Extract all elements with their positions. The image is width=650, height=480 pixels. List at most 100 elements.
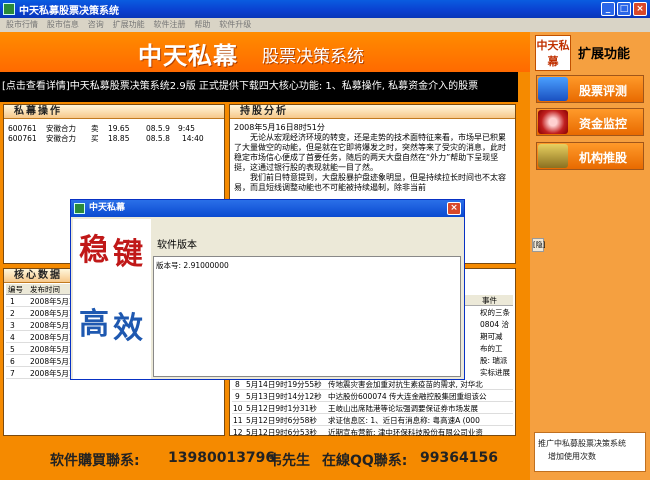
version-label: 软件版本 bbox=[157, 240, 197, 251]
column-header: 事件 bbox=[482, 296, 497, 305]
version-text: 版本号: 2.91000000 bbox=[156, 261, 229, 270]
row-event: 0804 洽 bbox=[480, 320, 509, 329]
analysis-paragraph: 无论从宏观经济环境的转变，还是走势的技术面特征来看，市场早已积累了大量做空的动能… bbox=[234, 133, 506, 172]
banner-title: 中天私幕 bbox=[138, 41, 238, 70]
calligraphy-logo: 稳 键 高 效 bbox=[73, 219, 151, 379]
main-window: 中天私募股票决策系统 _ □ × 股市行情 股市信息 咨询 扩展功能 软件注册 … bbox=[0, 0, 650, 480]
dialog-title: 中天私幕 bbox=[89, 203, 126, 213]
row-number: 4 bbox=[10, 333, 15, 342]
row-event: 王岐山出席陆港等论坛强调要保证券市场发展 bbox=[328, 404, 478, 413]
row-number: 10 bbox=[233, 404, 243, 413]
banner: 中天私幕 股票决策系统 bbox=[0, 32, 530, 72]
analysis-date: 2008年5月16日8时51分 bbox=[234, 123, 325, 132]
panel-header: 持股分析 bbox=[230, 105, 515, 119]
promo-line: 增加使用次数 bbox=[548, 452, 596, 461]
column-header: 发布时间 bbox=[30, 285, 60, 294]
dialog-title-bar: 中天私幕 × bbox=[71, 200, 464, 217]
title-bar: 中天私募股票决策系统 _ □ × bbox=[0, 0, 650, 18]
menu-item-consult[interactable]: 咨询 bbox=[88, 18, 104, 32]
stock-evaluation-button[interactable]: 股票评测 bbox=[536, 75, 644, 103]
row-number: 9 bbox=[235, 392, 240, 401]
row-number: 12 bbox=[233, 428, 243, 437]
extensions-sidebar: 中天私幕 扩展功能 股票评测 资金监控 机构推股 [隐] 推广中私募股票决策系统… bbox=[530, 32, 650, 480]
promo-box[interactable]: 推广中私募股票决策系统 增加使用次数 bbox=[534, 432, 646, 472]
about-dialog: 中天私幕 × 稳 键 高 效 软件版本 版本号: 2.91000000 bbox=[70, 199, 465, 380]
close-button[interactable]: × bbox=[633, 2, 647, 16]
row-time: 5月12日9时6分53秒 bbox=[246, 428, 317, 437]
row-number: 2 bbox=[10, 309, 15, 318]
minimize-button[interactable]: _ bbox=[601, 2, 615, 16]
row-time: 5月12日9时1分31秒 bbox=[246, 404, 317, 413]
menu-item-upgrade[interactable]: 软件升级 bbox=[219, 18, 251, 32]
row-number: 5 bbox=[10, 345, 15, 354]
menu-item-register[interactable]: 软件注册 bbox=[154, 18, 186, 32]
brand-logo: 中天私幕 bbox=[535, 35, 571, 71]
monitor-icon bbox=[538, 110, 568, 134]
menu-item-extensions[interactable]: 扩展功能 bbox=[113, 18, 145, 32]
trade-date: 08.5.8 bbox=[146, 134, 170, 143]
row-time: 5月13日9时14分12秒 bbox=[246, 392, 322, 401]
row-number: 1 bbox=[10, 297, 15, 306]
calligraphy-char: 键 bbox=[113, 237, 143, 272]
row-number: 8 bbox=[235, 380, 240, 389]
banner-subtitle: 股票决策系统 bbox=[262, 47, 364, 67]
footer-label: 软件購買聯系: bbox=[50, 453, 140, 469]
trade-side: 买 bbox=[91, 134, 99, 143]
trade-time: 14:40 bbox=[182, 134, 204, 143]
row-number: 6 bbox=[10, 357, 15, 366]
calligraphy-char: 效 bbox=[113, 311, 143, 346]
column-header: 编号 bbox=[8, 285, 23, 294]
handshake-icon bbox=[538, 144, 568, 168]
row-event: 权的三条 bbox=[480, 308, 510, 317]
stock-code: 600761 bbox=[8, 134, 37, 143]
row-event: 股: 瑞派 bbox=[480, 356, 508, 365]
row-number: 11 bbox=[233, 416, 243, 425]
promo-line: 推广中私募股票决策系统 bbox=[538, 439, 626, 448]
sidebar-title: 扩展功能 bbox=[578, 47, 631, 62]
row-time: 5月12日9时6分58秒 bbox=[246, 416, 317, 425]
dialog-close-button[interactable]: × bbox=[447, 202, 461, 215]
app-icon bbox=[74, 203, 85, 214]
row-event: 中达股份600074 传大连金融控股集团重组该公 bbox=[328, 392, 487, 401]
calligraphy-char: 稳 bbox=[79, 233, 109, 268]
row-event: 传地震灾害会加重对抗生素疫苗的需求, 对华北 bbox=[328, 380, 483, 389]
row-time: 5月14日9时19分55秒 bbox=[246, 380, 322, 389]
news-ticker[interactable]: [点击查看详情]中天私募股票决策系统2.9版 正式提供下载四大核心功能: 1、私… bbox=[0, 72, 518, 102]
analysis-paragraph: 我们前日特意提到，大盘股暴护盘迹象明显，但是持续拉长时间也不太容易，而且短线调整… bbox=[234, 173, 506, 192]
institution-picks-button[interactable]: 机构推股 bbox=[536, 142, 644, 170]
list-item[interactable]: 600761 安徽合力 买 18.85 08.5.8 14:40 bbox=[6, 133, 222, 144]
trade-price: 18.85 bbox=[108, 134, 130, 143]
maximize-button[interactable]: □ bbox=[617, 2, 631, 16]
chart-icon bbox=[538, 77, 568, 101]
menu-item-info[interactable]: 股市信息 bbox=[47, 18, 79, 32]
window-title: 中天私募股票决策系统 bbox=[19, 6, 119, 17]
row-event: 期可减 bbox=[480, 332, 503, 341]
calligraphy-char: 高 bbox=[79, 307, 109, 342]
hide-panel-tab[interactable]: [隐] bbox=[532, 238, 545, 252]
table-row[interactable]: 10 5月12日9时1分31秒 王岐山出席陆港等论坛强调要保证券市场发展 bbox=[232, 403, 513, 414]
button-label: 股票评测 bbox=[579, 84, 628, 98]
table-row[interactable]: 11 5月12日9时6分58秒 求证信息区: 1、近日有消息称: 粤高速A (000 bbox=[232, 415, 513, 426]
menu-bar: 股市行情 股市信息 咨询 扩展功能 软件注册 帮助 软件升级 bbox=[0, 18, 650, 32]
table-row[interactable]: 9 5月13日9时14分12秒 中达股份600074 传大连金融控股集团重组该公 bbox=[232, 391, 513, 402]
row-number: 7 bbox=[10, 369, 15, 378]
footer-phone: 13980013796 bbox=[168, 450, 276, 466]
footer-qq-label: 在線QQ聯系: bbox=[322, 453, 408, 469]
footer-qq: 99364156 bbox=[420, 450, 498, 466]
row-event: 布的工 bbox=[480, 344, 503, 353]
menu-item-market[interactable]: 股市行情 bbox=[6, 18, 38, 32]
row-number: 3 bbox=[10, 321, 15, 330]
stock-name: 安徽合力 bbox=[46, 134, 76, 143]
row-event: 近期宣布营新: 津中环保科技股份有限公司业资 bbox=[328, 428, 483, 437]
panel-title: 持股分析 bbox=[240, 106, 288, 117]
version-textbox[interactable]: 版本号: 2.91000000 bbox=[153, 256, 461, 377]
menu-item-help[interactable]: 帮助 bbox=[194, 18, 210, 32]
footer: 软件購買聯系: 13980013796 韦先生 在線QQ聯系: 99364156 bbox=[0, 438, 530, 480]
button-label: 机构推股 bbox=[579, 151, 628, 165]
panel-title: 核心数据 bbox=[14, 270, 62, 281]
table-row[interactable]: 8 5月14日9时19分55秒 传地震灾害会加重对抗生素疫苗的需求, 对华北 bbox=[232, 379, 513, 390]
fund-monitor-button[interactable]: 资金监控 bbox=[536, 108, 644, 136]
row-event: 求证信息区: 1、近日有消息称: 粤高速A (000 bbox=[328, 416, 480, 425]
panel-header: 私幕操作 bbox=[4, 105, 224, 119]
table-row[interactable]: 12 5月12日9时6分53秒 近期宣布营新: 津中环保科技股份有限公司业资 bbox=[232, 427, 513, 438]
